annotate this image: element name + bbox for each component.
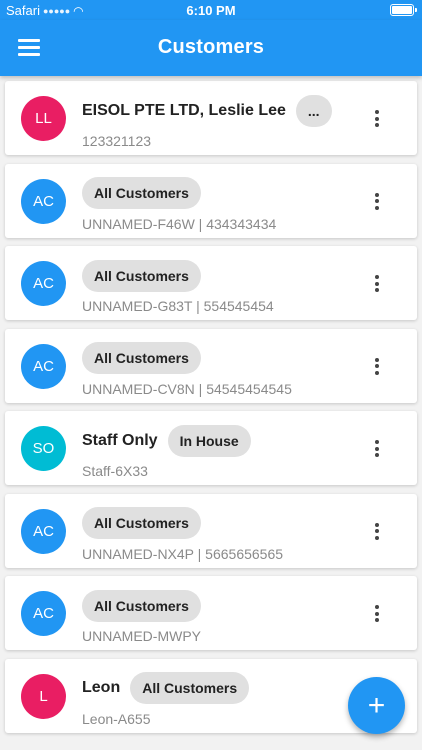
page-title: Customers (157, 36, 265, 58)
customer-list-item[interactable]: AC All Customers UNNAMED-CV8N | 5454545454… (5, 328, 417, 403)
customer-group-chip[interactable]: All Customers (130, 672, 250, 704)
add-customer-button[interactable]: + (348, 677, 405, 734)
customer-subtitle: Staff-6X33 (82, 463, 148, 479)
customer-group-chip[interactable]: All Customers (82, 342, 201, 374)
customer-subtitle: UNNAMED-G83T | 554545454 (82, 298, 274, 314)
more-vert-icon[interactable] (367, 110, 387, 130)
customer-name: Staff Only (82, 431, 158, 449)
customer-title-row: All Customers (82, 177, 201, 210)
customer-group-chip[interactable]: In House (167, 424, 251, 457)
customer-subtitle: UNNAMED-F46W | 434343434 (82, 215, 277, 232)
more-vert-icon[interactable] (367, 357, 387, 378)
customer-title-row: All Customers (82, 507, 201, 540)
more-vert-icon[interactable] (367, 192, 387, 213)
plus-icon: + (367, 688, 386, 722)
customer-group-chip[interactable]: All Customers (82, 507, 201, 539)
status-time: 6:10 PM (186, 3, 236, 18)
battery-icon (390, 4, 417, 16)
avatar: AC (21, 508, 66, 554)
customer-list-item[interactable]: AC All Customers UNNAMED-F46W | 434343434 (5, 163, 417, 238)
customer-group-chip[interactable]: ... (295, 94, 332, 127)
customer-group-chip[interactable]: All Customers (82, 259, 201, 292)
avatar: LL (21, 96, 66, 141)
customer-title-row: Staff Only In House (82, 424, 251, 457)
app-bar: Customers (0, 20, 422, 76)
customer-list-item[interactable]: AC All Customers UNNAMED-NX4P | 5665656565 (5, 493, 417, 568)
customer-list-item[interactable]: LL EISOL PTE LTD, Leslie Lee... 123321123 (5, 81, 417, 155)
avatar: AC (21, 178, 66, 224)
customer-title-row: EISOL PTE LTD, Leslie Lee... (82, 94, 332, 127)
customer-title-row: All Customers (82, 259, 201, 292)
more-vert-icon[interactable] (367, 605, 387, 625)
avatar: AC (21, 343, 66, 389)
customer-group-chip[interactable]: All Customers (82, 177, 201, 209)
customer-subtitle: 123321123 (82, 133, 152, 149)
customer-subtitle: UNNAMED-NX4P | 5665656565 (82, 545, 284, 562)
customer-subtitle: Leon-A655 (82, 710, 151, 727)
more-vert-icon[interactable] (367, 440, 387, 460)
customer-list-item[interactable]: AC All Customers UNNAMED-G83T | 554545454 (5, 246, 417, 320)
avatar: AC (21, 591, 66, 636)
customer-title-row: All Customers (82, 589, 201, 622)
avatar: L (21, 673, 66, 719)
customer-name: EISOL PTE LTD, Leslie Lee (82, 101, 286, 119)
customer-subtitle: UNNAMED-CV8N | 54545454545 (82, 380, 292, 397)
customer-list-item[interactable]: SO Staff Only In House Staff-6X33 (5, 411, 417, 485)
customer-name: Leon (82, 679, 121, 696)
customer-title-row: All Customers (82, 342, 201, 375)
customer-list-item[interactable]: AC All Customers UNNAMED-MWPY (5, 576, 417, 650)
more-vert-icon[interactable] (367, 522, 387, 543)
customer-title-row: Leon All Customers (82, 672, 250, 705)
customer-subtitle: UNNAMED-MWPY (82, 628, 201, 644)
customer-group-chip[interactable]: All Customers (82, 589, 201, 622)
avatar: SO (21, 426, 66, 471)
status-bar: Safari ●●●●● ◠ 6:10 PM (0, 0, 422, 20)
avatar: AC (21, 261, 66, 306)
more-vert-icon[interactable] (367, 275, 387, 295)
